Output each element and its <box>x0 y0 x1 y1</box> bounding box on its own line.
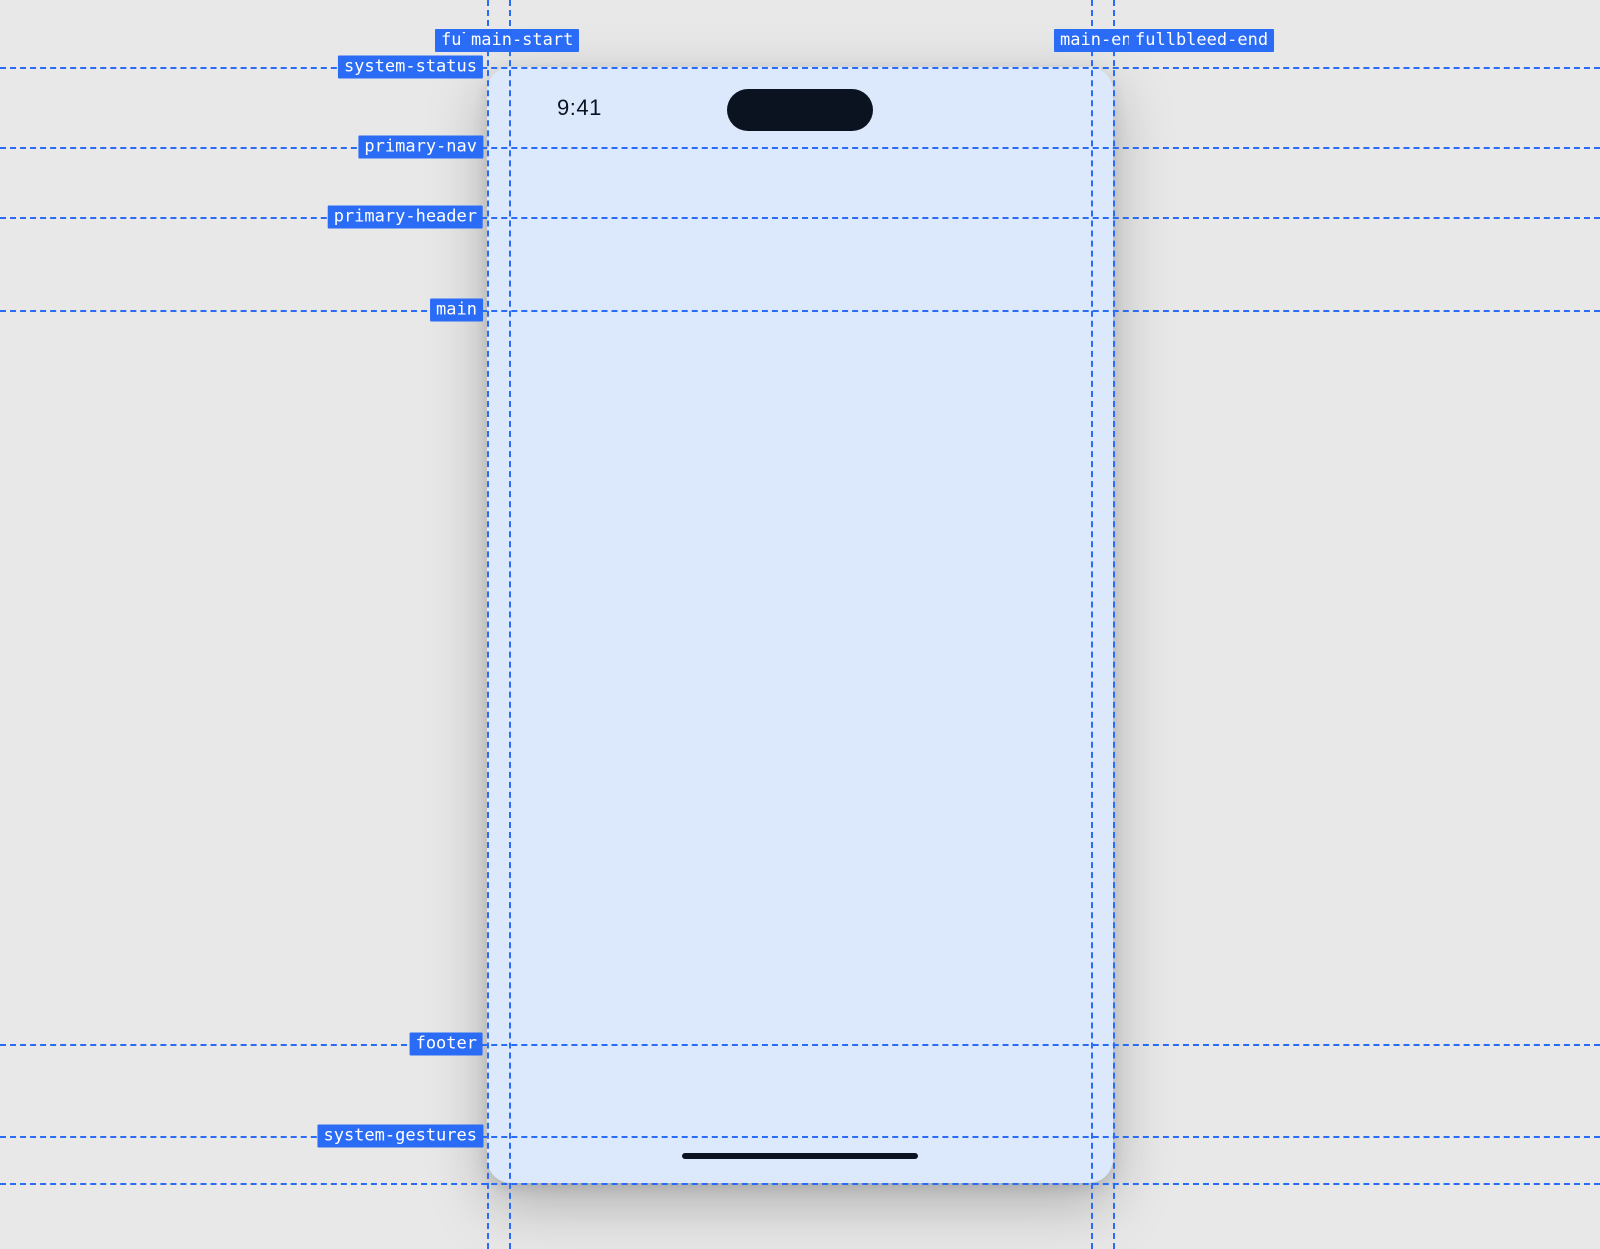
home-indicator[interactable] <box>682 1153 918 1159</box>
status-time: 9:41 <box>557 95 602 121</box>
dynamic-island <box>727 89 873 131</box>
label-system-gestures: system-gestures <box>317 1125 483 1148</box>
label-main: main <box>430 299 483 322</box>
guide-bottom <box>0 1183 1600 1185</box>
label-footer: footer <box>410 1033 483 1056</box>
phone-frame: 9:41 <box>487 67 1113 1183</box>
guide-fullbleed-end <box>1113 0 1115 1249</box>
label-system-status: system-status <box>338 56 483 79</box>
label-primary-header: primary-header <box>328 206 483 229</box>
label-main-start: main-start <box>465 29 579 52</box>
label-primary-nav: primary-nav <box>358 136 483 159</box>
label-fullbleed-end: fullbleed-end <box>1129 29 1274 52</box>
